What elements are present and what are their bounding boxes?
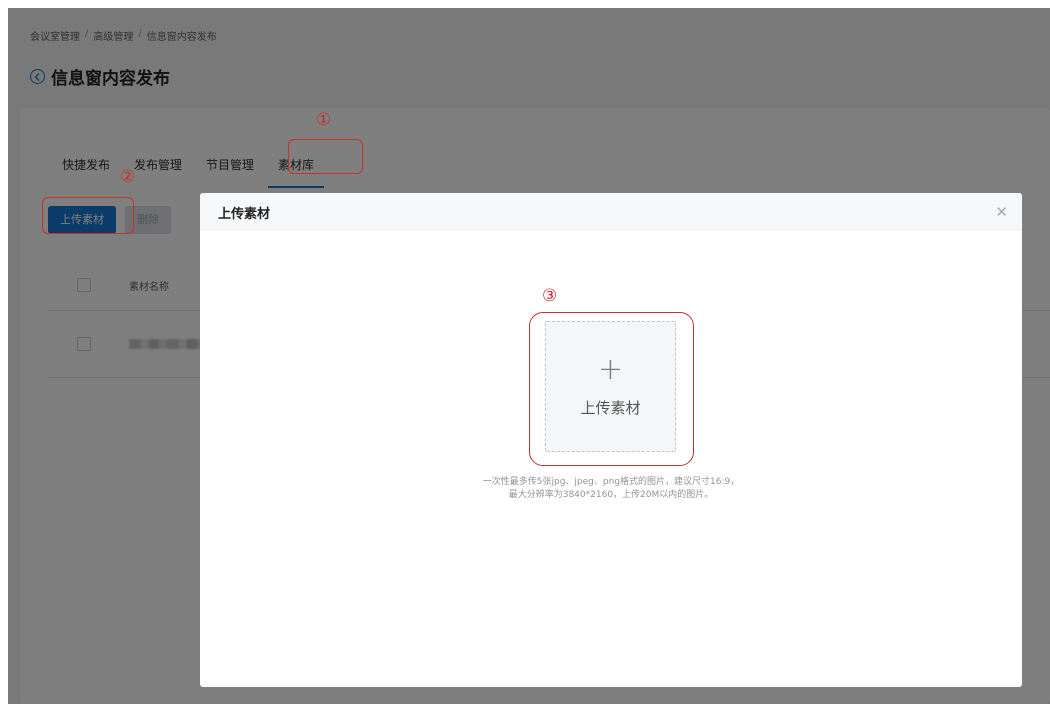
annotation-box-3 [529,312,694,466]
close-icon[interactable]: ✕ [995,203,1008,221]
upload-hint-line-1: 一次性最多传5张jpg、jpeg、png格式的图片，建议尺寸16:9， [482,477,740,487]
upload-hint: 一次性最多传5张jpg、jpeg、png格式的图片，建议尺寸16:9， 最大分辨… [200,476,1022,502]
annotation-marker-3: ③ [542,286,558,306]
dialog-title: 上传素材 [218,206,271,222]
annotation-box-2 [42,197,134,234]
upload-hint-line-2: 最大分辨率为3840*2160，上传20M以内的图片。 [508,490,714,500]
annotation-marker-1: ① [316,110,332,130]
dialog-header: 上传素材 ✕ [200,193,1022,231]
annotation-box-1 [288,139,363,174]
annotation-marker-2: ② [120,167,136,187]
